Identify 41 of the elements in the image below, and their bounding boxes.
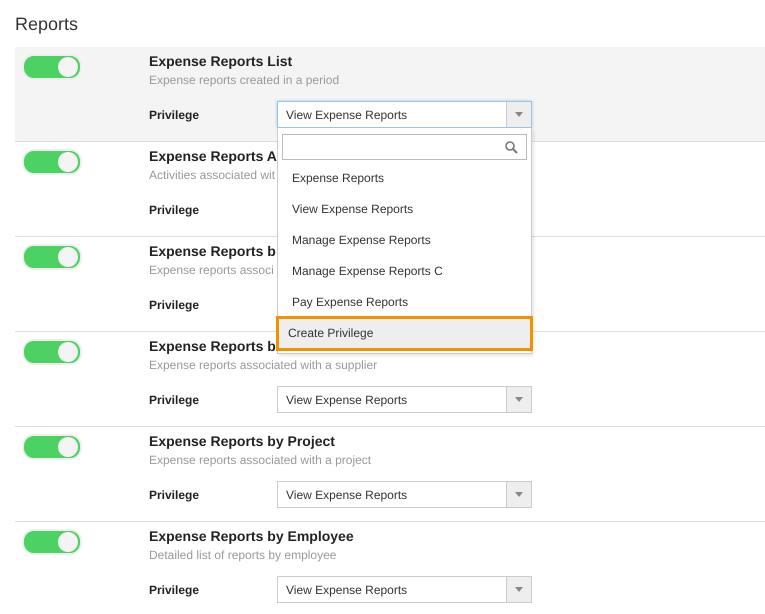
report-title: Expense Reports by Employee bbox=[149, 528, 354, 546]
toggle-switch[interactable] bbox=[22, 54, 82, 80]
caret-icon bbox=[515, 492, 523, 497]
report-title: Expense Reports b bbox=[149, 243, 276, 261]
privilege-dropdown[interactable]: View Expense Reports bbox=[277, 386, 532, 413]
privilege-label: Privilege bbox=[149, 298, 200, 312]
toggle-switch[interactable] bbox=[22, 339, 82, 365]
privilege-label: Privilege bbox=[149, 108, 200, 122]
dropdown-option[interactable]: View Expense Reports bbox=[278, 194, 531, 225]
caret-icon bbox=[515, 587, 523, 592]
dropdown-option[interactable]: Manage Expense Reports bbox=[278, 225, 531, 256]
report-title: Expense Reports A bbox=[149, 148, 277, 166]
report-title: Expense Reports List bbox=[149, 53, 292, 71]
dropdown-option[interactable]: Create Privilege bbox=[278, 318, 531, 349]
privilege-label: Privilege bbox=[149, 488, 200, 502]
dropdown-option[interactable]: Pay Expense Reports bbox=[278, 287, 531, 318]
report-description: Expense reports associated with a supplier bbox=[149, 358, 378, 374]
report-title: Expense Reports b bbox=[149, 338, 276, 356]
report-description: Activities associated wit bbox=[149, 168, 276, 184]
search-field[interactable] bbox=[282, 134, 527, 160]
report-description: Expense reports created in a period bbox=[149, 73, 340, 89]
caret-icon bbox=[515, 112, 523, 117]
report-description: Detailed list of reports by employee bbox=[149, 548, 336, 564]
privilege-dropdown[interactable]: View Expense Reports bbox=[277, 101, 532, 128]
toggle-switch[interactable] bbox=[22, 149, 82, 175]
privilege-label: Privilege bbox=[149, 582, 200, 596]
report-description: Expense reports associ bbox=[149, 263, 274, 279]
report-title: Expense Reports by Project bbox=[149, 433, 335, 451]
search-icon bbox=[505, 140, 518, 154]
privilege-dropdown[interactable]: View Expense Reports bbox=[277, 576, 532, 603]
report-description: Expense reports associated with a project bbox=[149, 453, 372, 469]
privilege-label: Privilege bbox=[149, 392, 200, 406]
dropdown-option[interactable]: Manage Expense Reports C bbox=[278, 256, 531, 287]
dropdown-option[interactable]: Expense Reports bbox=[278, 163, 531, 194]
toggle-switch[interactable] bbox=[22, 434, 82, 460]
privilege-dropdown[interactable]: View Expense Reports bbox=[277, 481, 532, 508]
toggle-switch[interactable] bbox=[22, 244, 82, 270]
toggle-switch[interactable] bbox=[22, 529, 82, 555]
section-heading: Reports bbox=[14, 13, 80, 36]
caret-icon bbox=[515, 397, 523, 402]
privilege-label: Privilege bbox=[149, 202, 200, 216]
